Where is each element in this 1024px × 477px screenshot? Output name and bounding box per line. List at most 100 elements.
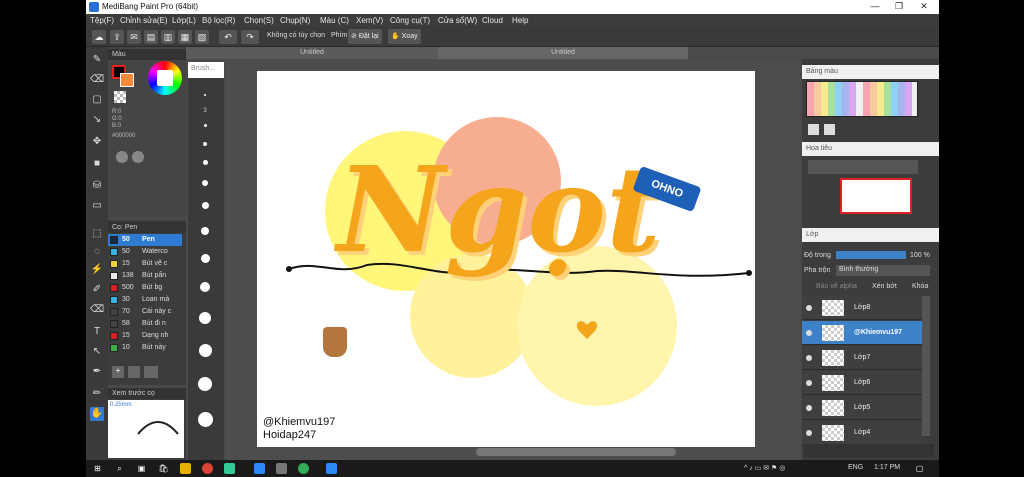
- eraser-tool-icon[interactable]: ⌫: [90, 73, 104, 87]
- color-wheel[interactable]: [148, 61, 182, 95]
- explorer-icon[interactable]: [180, 463, 191, 474]
- menu-color[interactable]: Màu (C): [320, 16, 349, 25]
- task-view-icon[interactable]: ▣: [136, 463, 147, 474]
- layer-row[interactable]: Lớp8: [802, 296, 922, 320]
- secondary-color-swatch[interactable]: [120, 73, 134, 87]
- layer-row[interactable]: Lớp5: [802, 396, 922, 420]
- menu-edit[interactable]: Chỉnh sửa(E): [120, 16, 168, 25]
- size-option[interactable]: [192, 377, 218, 391]
- layer-row[interactable]: Lớp4: [802, 421, 922, 445]
- size-option[interactable]: 3: [192, 108, 218, 114]
- pen-icon[interactable]: ✏: [90, 387, 104, 401]
- brush-item[interactable]: 10 Bút này: [108, 342, 182, 354]
- operation-icon[interactable]: ↖: [90, 345, 104, 359]
- brush-item[interactable]: 50 Pen: [108, 234, 182, 246]
- clip-checkbox[interactable]: Xén bớt: [872, 283, 897, 290]
- blend-select[interactable]: Bình thường: [836, 265, 930, 276]
- brush-item[interactable]: 70 Cái này c: [108, 306, 182, 318]
- menu-snap[interactable]: Chụp(N): [280, 16, 310, 25]
- layer-scrollbar[interactable]: [922, 296, 930, 436]
- menu-file[interactable]: Tệp(F): [90, 16, 114, 25]
- move-tool-icon[interactable]: ✥: [90, 135, 104, 149]
- select-eraser-icon[interactable]: ⌫: [90, 303, 104, 317]
- app-icon[interactable]: [298, 463, 309, 474]
- brush-item[interactable]: 50 Waterco: [108, 246, 182, 258]
- menu-help[interactable]: Help: [512, 16, 528, 25]
- store-icon[interactable]: 🛍: [158, 463, 169, 474]
- bucket-icon[interactable]: ⛁: [90, 179, 104, 193]
- close-icon[interactable]: ✕: [912, 1, 936, 13]
- chrome-icon[interactable]: [202, 463, 213, 474]
- fill-rect-icon[interactable]: ■: [90, 157, 104, 171]
- brush-tool-icon[interactable]: ✎: [90, 53, 104, 67]
- maximize-icon[interactable]: ❐: [887, 1, 911, 13]
- hand-tool-icon[interactable]: ✋: [90, 407, 104, 421]
- protect-alpha-checkbox[interactable]: Bảo vệ alpha: [816, 283, 857, 290]
- app-icon[interactable]: [224, 463, 235, 474]
- magic-wand-icon[interactable]: ⚡: [90, 263, 104, 277]
- menu-layer[interactable]: Lớp(L): [172, 16, 196, 25]
- lasso-icon[interactable]: ↘: [90, 113, 104, 127]
- app-icon[interactable]: [326, 463, 337, 474]
- menu-filter[interactable]: Bộ lọc(R): [202, 16, 235, 25]
- comment-icon[interactable]: ✉: [127, 30, 141, 44]
- size-option[interactable]: [192, 94, 218, 96]
- color-palette-grid[interactable]: [806, 81, 918, 117]
- lasso-select-icon[interactable]: ◌: [90, 245, 104, 259]
- menu-view[interactable]: Xem(V): [356, 16, 383, 25]
- lock-checkbox[interactable]: Khóa: [912, 283, 928, 290]
- language-indicator[interactable]: ENG: [848, 464, 863, 471]
- mixer-icon[interactable]: [132, 151, 144, 163]
- grid-icon[interactable]: ▦: [178, 30, 192, 44]
- text-tool-icon[interactable]: T: [90, 325, 104, 339]
- palette-add-icon[interactable]: [808, 124, 819, 135]
- rotate-button[interactable]: ✋ Xoay: [388, 29, 421, 44]
- brush-item[interactable]: 58 Bút đi n: [108, 318, 182, 330]
- size-option[interactable]: [192, 142, 218, 146]
- palette-icon[interactable]: [116, 151, 128, 163]
- brush-item[interactable]: 30 Loan mà: [108, 294, 182, 306]
- redo-icon[interactable]: ↷: [241, 30, 259, 44]
- copy-brush-icon[interactable]: [128, 366, 140, 378]
- undo-icon[interactable]: ↶: [219, 30, 237, 44]
- start-icon[interactable]: ⊞: [92, 463, 103, 474]
- horizontal-scrollbar[interactable]: [476, 448, 676, 456]
- layer-action-bar[interactable]: [804, 444, 934, 457]
- brush-item[interactable]: 500 Bút bg: [108, 282, 182, 294]
- size-option[interactable]: [192, 202, 218, 209]
- layer-row[interactable]: Lớp6: [802, 371, 922, 395]
- page-icon[interactable]: ▥: [161, 30, 175, 44]
- cloud-icon[interactable]: ☁: [92, 30, 106, 44]
- size-option[interactable]: [192, 312, 218, 324]
- size-option[interactable]: [192, 160, 218, 165]
- brush-item[interactable]: 138 Bút pấn: [108, 270, 182, 282]
- size-option[interactable]: [192, 344, 218, 357]
- brush-menu-icon[interactable]: [144, 366, 158, 378]
- tab-untitled-2[interactable]: Untitled: [438, 47, 688, 59]
- layer-row[interactable]: Lớp7: [802, 346, 922, 370]
- menu-cloud[interactable]: Cloud: [482, 16, 503, 25]
- menu-tools[interactable]: Công cụ(T): [390, 16, 430, 25]
- palette-delete-icon[interactable]: [824, 124, 835, 135]
- navigator-thumbnail[interactable]: [840, 178, 912, 214]
- layer-row[interactable]: @Khiemvu197: [802, 321, 922, 345]
- reset-button[interactable]: ⊘ Đặt lại: [348, 29, 382, 44]
- tab-untitled-1[interactable]: Untitled: [186, 47, 438, 59]
- medibang-icon[interactable]: [254, 463, 265, 474]
- minimize-icon[interactable]: —: [863, 1, 887, 13]
- add-brush-icon[interactable]: +: [112, 366, 124, 378]
- rect-select-icon[interactable]: ▢: [90, 93, 104, 107]
- transparent-color-swatch[interactable]: [114, 91, 126, 103]
- tray-icons[interactable]: ^ ♪ ▭ ✉ ⚑ ◎: [744, 464, 785, 472]
- menu-select[interactable]: Chọn(S): [244, 16, 274, 25]
- layout-icon[interactable]: ▧: [195, 30, 209, 44]
- size-option[interactable]: [192, 412, 218, 427]
- notification-icon[interactable]: ▢: [914, 463, 925, 474]
- size-option[interactable]: [192, 180, 218, 186]
- search-icon[interactable]: ⌕: [114, 463, 125, 474]
- app-icon[interactable]: [276, 463, 287, 474]
- size-option[interactable]: [192, 124, 218, 127]
- size-option[interactable]: [192, 227, 218, 235]
- select-icon[interactable]: ⬚: [90, 227, 104, 241]
- comic-icon[interactable]: ▤: [144, 30, 158, 44]
